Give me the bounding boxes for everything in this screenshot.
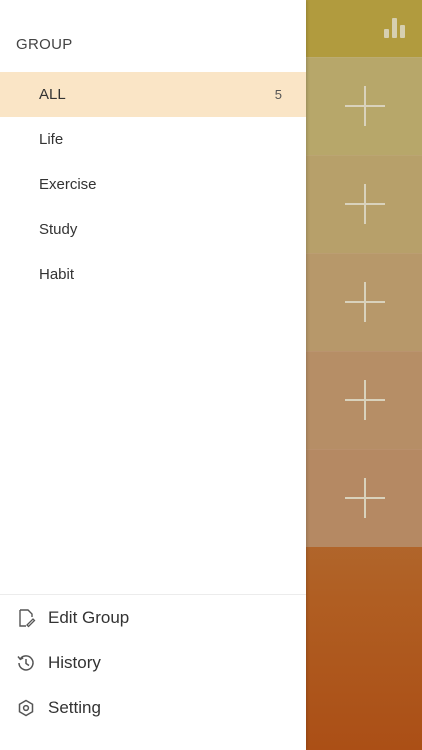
edit-group-label: Edit Group — [48, 607, 130, 627]
group-item-study[interactable]: Study — [0, 207, 306, 252]
main-content-backdrop — [306, 0, 422, 750]
habit-card-list — [306, 57, 422, 547]
plus-icon[interactable] — [345, 380, 385, 420]
habit-card[interactable] — [306, 253, 422, 351]
group-item-habit[interactable]: Habit — [0, 252, 306, 297]
group-item-label: Life — [39, 131, 64, 148]
group-item-life[interactable]: Life — [0, 117, 306, 162]
main-header — [306, 0, 422, 57]
edit-group-button[interactable]: Edit Group — [0, 595, 306, 640]
history-button[interactable]: History — [0, 640, 306, 685]
habit-card[interactable] — [306, 155, 422, 253]
habit-card[interactable] — [306, 57, 422, 155]
plus-icon[interactable] — [345, 282, 385, 322]
group-item-label: Exercise — [39, 176, 97, 193]
group-drawer: GROUP ALL 5 Life Exercise Study Habit Ed… — [0, 0, 306, 750]
drawer-footer: Edit Group History Setting — [0, 594, 306, 730]
group-item-label: Habit — [39, 266, 75, 283]
group-item-label: Study — [39, 221, 78, 238]
group-item-exercise[interactable]: Exercise — [0, 162, 306, 207]
edit-icon — [16, 608, 36, 628]
plus-icon[interactable] — [345, 184, 385, 224]
group-count-badge: 5 — [274, 87, 282, 102]
habit-card[interactable] — [306, 449, 422, 547]
drawer-title: GROUP — [16, 36, 73, 53]
group-item-all[interactable]: ALL 5 — [0, 72, 306, 117]
group-item-label: ALL — [39, 86, 66, 103]
group-list: ALL 5 Life Exercise Study Habit — [0, 72, 306, 297]
history-icon — [16, 653, 36, 673]
bar-chart-icon[interactable] — [384, 16, 408, 38]
plus-icon[interactable] — [345, 86, 385, 126]
setting-icon — [16, 698, 36, 718]
setting-button[interactable]: Setting — [0, 685, 306, 730]
setting-label: Setting — [48, 697, 101, 717]
plus-icon[interactable] — [345, 478, 385, 518]
habit-card[interactable] — [306, 351, 422, 449]
history-label: History — [48, 652, 101, 672]
